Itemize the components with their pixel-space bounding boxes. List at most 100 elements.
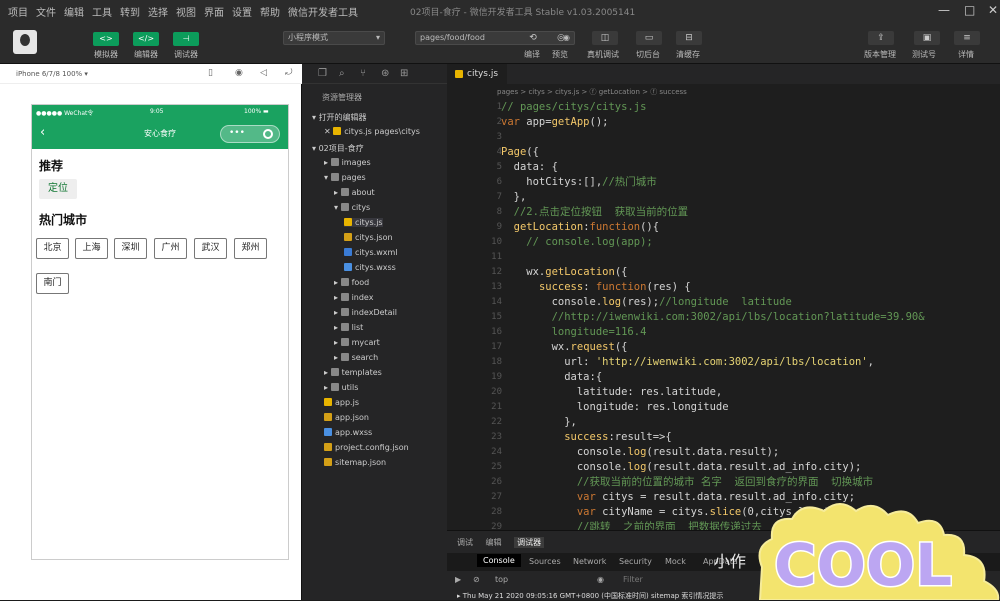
navigation-bar: ‹ 安心食疗 ••• — [32, 119, 288, 149]
city-button[interactable]: 南门 — [36, 273, 69, 294]
folder-item[interactable]: ▸ list — [334, 323, 363, 332]
tab-edit[interactable]: 编辑 — [486, 538, 502, 547]
eye-icon[interactable]: ◉ — [597, 575, 604, 584]
menu-item[interactable]: 工具 — [92, 4, 112, 19]
file-explorer: ❐ ⌕ ⑂ ⊛ ⊞ 资源管理器 ▾ 打开的编辑器 ✕ citys.js page… — [302, 64, 447, 600]
open-editor-item[interactable]: ✕ citys.js pages\citys — [324, 127, 420, 136]
test-account-button[interactable]: ▣ — [914, 31, 940, 45]
code-editor[interactable]: citys.js pages > citys > citys.js > ⓕ ge… — [447, 64, 1000, 530]
menu-item[interactable]: 编辑 — [64, 4, 84, 19]
rotate-icon[interactable]: ⤾ — [285, 68, 293, 78]
simulator-toggle-button[interactable]: <> — [93, 32, 119, 46]
city-button[interactable]: 深圳 — [114, 238, 147, 259]
folder-item[interactable]: ▸ indexDetail — [334, 308, 397, 317]
menu-item[interactable]: 设置 — [232, 4, 252, 19]
source-control-icon[interactable]: ⑂ — [360, 68, 366, 79]
tab-mock[interactable]: Mock — [665, 557, 686, 566]
avatar[interactable] — [13, 30, 37, 54]
close-mini-icon[interactable] — [263, 129, 273, 139]
close-icon[interactable]: ✕ — [988, 3, 998, 17]
hot-cities-heading: 热门城市 — [39, 213, 88, 227]
editor-toggle-button[interactable]: </> — [133, 32, 159, 46]
compile-label: 编译 — [524, 50, 540, 59]
extensions-icon[interactable]: ⊞ — [400, 68, 408, 79]
debug-icon[interactable]: ⊛ — [381, 68, 389, 79]
background-button[interactable]: ▭ — [636, 31, 662, 45]
open-editors-section[interactable]: ▾ 打开的编辑器 — [312, 112, 367, 123]
version-control-button[interactable]: ⇪ — [868, 31, 894, 45]
details-button[interactable]: ≡ — [954, 31, 980, 45]
volume-icon[interactable]: ◁ — [260, 68, 267, 78]
tab-security[interactable]: Security — [619, 557, 652, 566]
tab-network[interactable]: Network — [573, 557, 606, 566]
tab-citys-js[interactable]: citys.js — [447, 64, 507, 84]
search-icon[interactable]: ⌕ — [339, 68, 345, 79]
tab-debug[interactable]: 调试 — [457, 538, 473, 547]
file-item[interactable]: app.json — [324, 413, 369, 422]
folder-item[interactable]: ▸ search — [334, 353, 378, 362]
mode-select[interactable]: 小程序模式 ▾ — [283, 31, 385, 45]
project-root[interactable]: ▾ 02项目-食疗 — [312, 143, 364, 154]
menu-item[interactable]: 界面 — [204, 4, 224, 19]
file-item[interactable]: citys.wxss — [344, 263, 396, 272]
sidebar-icon[interactable]: ▶ — [455, 575, 461, 584]
city-button[interactable]: 郑州 — [234, 238, 267, 259]
file-item[interactable]: sitemap.json — [324, 458, 386, 467]
menu-item[interactable]: 项目 — [8, 4, 28, 19]
menu-item[interactable]: 选择 — [148, 4, 168, 19]
folder-item[interactable]: ▾ pages — [324, 173, 366, 182]
remote-debug-button[interactable]: ◫ — [592, 31, 618, 45]
maximize-icon[interactable]: □ — [964, 3, 975, 17]
filter-input[interactable]: Filter — [623, 575, 643, 584]
code-text[interactable]: // pages/citys/citys.js var app=getApp()… — [501, 100, 925, 530]
folder-item[interactable]: ▸ utils — [324, 383, 358, 392]
files-icon[interactable]: ❐ — [318, 68, 327, 79]
folder-item[interactable]: ▸ templates — [324, 368, 382, 377]
locate-button[interactable]: 定位 — [39, 179, 77, 199]
context-select[interactable]: top — [495, 575, 508, 584]
menu-item[interactable]: 文件 — [36, 4, 56, 19]
cool-sticker: COOL — [758, 503, 1000, 600]
folder-icon — [340, 308, 349, 316]
file-item[interactable]: project.config.json — [324, 443, 409, 452]
menu-item[interactable]: 视图 — [176, 4, 196, 19]
tab-sources[interactable]: Sources — [529, 557, 561, 566]
city-button[interactable]: 上海 — [75, 238, 108, 259]
device-select[interactable]: iPhone 6/7/8 100% ▾ — [16, 70, 88, 78]
compile-button[interactable]: ⟲ — [520, 31, 546, 45]
city-button[interactable]: 武汉 — [194, 238, 227, 259]
folder-item[interactable]: ▸ index — [334, 293, 373, 302]
menu-item[interactable]: 微信开发者工具 — [288, 4, 358, 19]
preview-button[interactable]: ◎ — [548, 31, 574, 45]
menu-item[interactable]: 转到 — [120, 4, 140, 19]
capsule-menu[interactable]: ••• — [220, 125, 280, 143]
menu-item[interactable]: 帮助 — [260, 4, 280, 19]
folder-item[interactable]: ▸ about — [334, 188, 375, 197]
chevron-down-icon: ▾ — [375, 33, 380, 42]
city-button[interactable]: 北京 — [36, 238, 69, 259]
toolbar: <> 模拟器 </> 编辑器 ⊣ 调试器 小程序模式 ▾ pages/food/f… — [0, 22, 1000, 64]
tab-debugger[interactable]: 调试器 — [514, 537, 545, 548]
simulator-header: iPhone 6/7/8 100% ▾ ▯ ◉ ◁ ⤾ — [0, 64, 302, 84]
file-item[interactable]: app.wxss — [324, 428, 372, 437]
file-item[interactable]: citys.js — [344, 218, 383, 227]
folder-item[interactable]: ▸ images — [324, 158, 371, 167]
clear-cache-button[interactable]: ⊟ — [676, 31, 702, 45]
folder-item[interactable]: ▸ mycart — [334, 338, 380, 347]
debugger-toggle-button[interactable]: ⊣ — [173, 32, 199, 46]
record-icon[interactable]: ◉ — [235, 68, 243, 78]
file-item[interactable]: app.js — [324, 398, 359, 407]
file-item[interactable]: citys.wxml — [344, 248, 398, 257]
minimize-icon[interactable]: — — [938, 3, 950, 17]
line-number: 15 — [491, 312, 502, 322]
folder-item[interactable]: ▾ citys — [334, 203, 370, 212]
file-item[interactable]: citys.json — [344, 233, 393, 242]
chevron-down-icon: ▾ — [324, 173, 331, 182]
tab-console[interactable]: Console — [477, 554, 521, 567]
more-icon[interactable]: ••• — [229, 128, 245, 138]
city-button[interactable]: 广州 — [154, 238, 187, 259]
folder-item[interactable]: ▸ food — [334, 278, 369, 287]
clear-icon[interactable]: ⊘ — [473, 575, 480, 584]
phone-icon[interactable]: ▯ — [208, 68, 213, 78]
phone-screen: ●●●●● WeChat令 9:05 100% ▬ ‹ 安心食疗 ••• 推荐 … — [31, 104, 289, 560]
